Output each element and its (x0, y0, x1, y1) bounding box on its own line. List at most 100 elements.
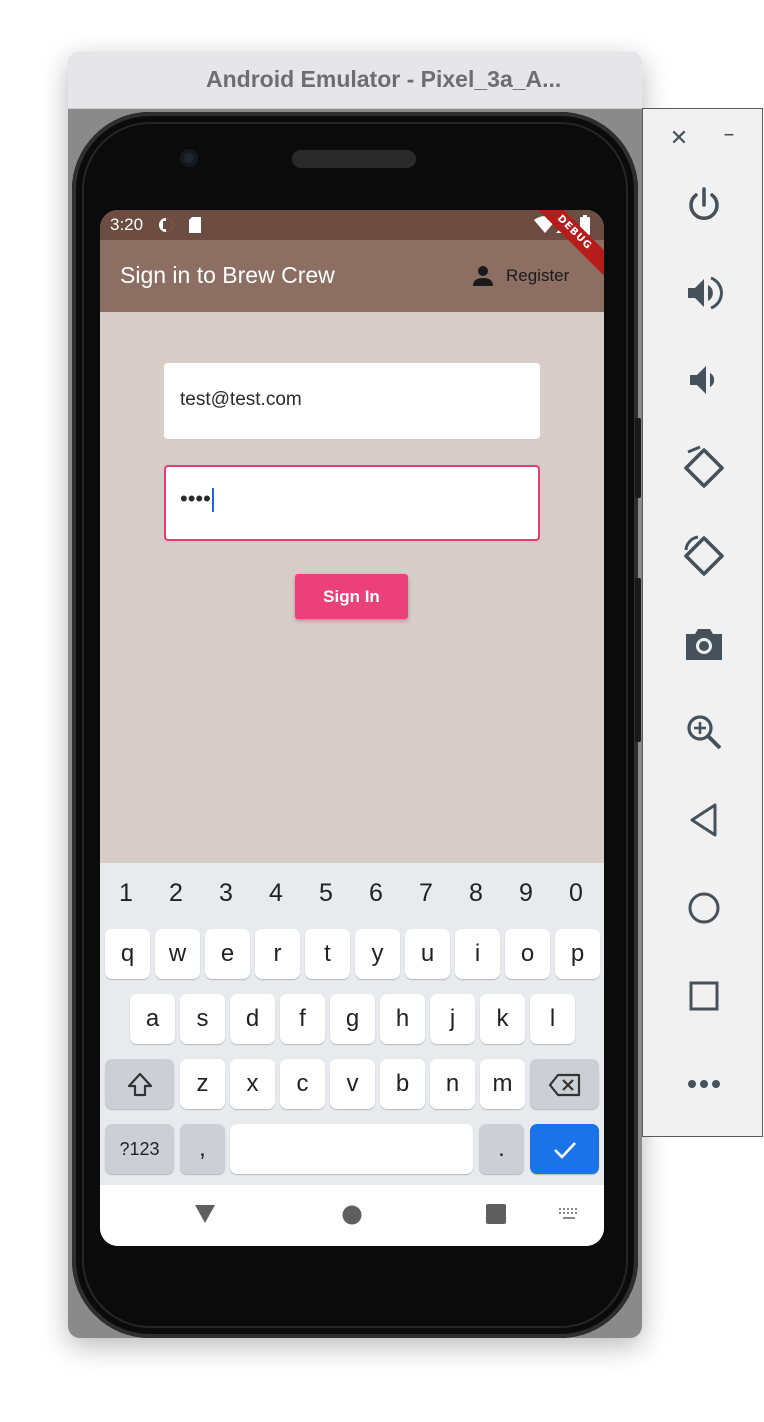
key-h[interactable]: h (380, 994, 425, 1044)
key-z[interactable]: z (180, 1059, 225, 1109)
key-o[interactable]: o (505, 929, 550, 979)
key-9[interactable]: 9 (501, 869, 551, 917)
volume-up-icon (688, 276, 723, 310)
text-cursor (211, 488, 214, 513)
volume-up-button[interactable] (669, 261, 739, 325)
zoom-button[interactable] (669, 700, 739, 764)
key-4[interactable]: 4 (251, 869, 301, 917)
close-icon[interactable]: ✕ (665, 127, 693, 151)
key-m[interactable]: m (480, 1059, 525, 1109)
key-b[interactable]: b (380, 1059, 425, 1109)
key-v[interactable]: v (330, 1059, 375, 1109)
volume-down-button[interactable] (669, 348, 739, 412)
home-icon (688, 892, 720, 924)
app-bar-title: Sign in to Brew Crew (120, 262, 335, 288)
volume-down-icon (690, 366, 715, 394)
key-w[interactable]: w (155, 929, 200, 979)
window-titlebar[interactable]: Android Emulator - Pixel_3a_A... (68, 52, 642, 109)
rotate-left-button[interactable] (669, 436, 739, 500)
home-button[interactable] (669, 876, 739, 940)
power-button[interactable] (669, 173, 739, 237)
phone-side-button-upper (635, 418, 641, 498)
key-q[interactable]: q (105, 929, 150, 979)
space-key[interactable] (230, 1124, 473, 1174)
navigation-bar (100, 1185, 604, 1246)
sd-card-icon (189, 217, 201, 233)
register-label: Register (506, 266, 570, 285)
key-e[interactable]: e (205, 929, 250, 979)
done-key[interactable] (530, 1124, 599, 1174)
power-icon (689, 187, 719, 221)
key-g[interactable]: g (330, 994, 375, 1044)
key-x[interactable]: x (230, 1059, 275, 1109)
register-button[interactable]: Register (472, 256, 588, 296)
number-row: 1 2 3 4 5 6 7 8 9 0 (100, 869, 604, 917)
email-field[interactable]: test@test.com (164, 363, 540, 439)
keyboard-switch-icon[interactable] (559, 1208, 579, 1222)
nav-home-icon[interactable] (341, 1204, 363, 1226)
key-d[interactable]: d (230, 994, 275, 1044)
checkmark-icon (553, 1141, 576, 1159)
key-k[interactable]: k (480, 994, 525, 1044)
key-1[interactable]: 1 (101, 869, 151, 917)
overview-icon (689, 981, 719, 1011)
key-j[interactable]: j (430, 994, 475, 1044)
backspace-key[interactable] (530, 1059, 599, 1109)
overview-button[interactable] (669, 964, 739, 1028)
zoom-icon (687, 715, 722, 750)
back-icon (690, 803, 717, 837)
key-f[interactable]: f (280, 994, 325, 1044)
nav-back-icon[interactable] (194, 1204, 216, 1224)
key-i[interactable]: i (455, 929, 500, 979)
status-bar: 3:20 (100, 210, 604, 240)
key-p[interactable]: p (555, 929, 600, 979)
symbols-key[interactable]: ?123 (105, 1124, 174, 1174)
key-3[interactable]: 3 (201, 869, 251, 917)
back-button[interactable] (669, 788, 739, 852)
password-field[interactable]: •••• (164, 465, 540, 541)
minimize-icon[interactable]: – (715, 123, 743, 147)
app-bar: Sign in to Brew Crew Register (100, 240, 604, 312)
key-n[interactable]: n (430, 1059, 475, 1109)
phone-side-button-lower (635, 578, 641, 742)
more-icon (688, 1080, 720, 1088)
status-app-icon (159, 218, 173, 232)
emulator-toolbar: ✕ – (642, 108, 763, 1137)
soft-keyboard: 1 2 3 4 5 6 7 8 9 0 q w e r t y u i o p … (100, 863, 604, 1185)
key-c[interactable]: c (280, 1059, 325, 1109)
rotate-left-icon (684, 445, 724, 488)
key-a[interactable]: a (130, 994, 175, 1044)
key-8[interactable]: 8 (451, 869, 501, 917)
key-r[interactable]: r (255, 929, 300, 979)
shift-icon (127, 1072, 152, 1096)
status-time: 3:20 (110, 215, 144, 234)
phone-screen: 3:20 Sign in to Brew Crew Register DEBUG… (100, 210, 604, 1246)
key-s[interactable]: s (180, 994, 225, 1044)
camera-icon (686, 629, 722, 660)
key-7[interactable]: 7 (401, 869, 451, 917)
window-title: Android Emulator - Pixel_3a_A... (206, 66, 562, 92)
backspace-icon (548, 1073, 580, 1096)
email-value: test@test.com (180, 389, 302, 410)
rotate-right-button[interactable] (669, 524, 739, 588)
shift-key[interactable] (105, 1059, 174, 1109)
front-camera (180, 149, 198, 167)
key-0[interactable]: 0 (551, 869, 601, 917)
sign-in-button[interactable]: Sign In (295, 574, 408, 619)
key-6[interactable]: 6 (351, 869, 401, 917)
screenshot-button[interactable] (669, 612, 739, 676)
rotate-right-icon (684, 535, 724, 576)
key-u[interactable]: u (405, 929, 450, 979)
key-y[interactable]: y (355, 929, 400, 979)
earpiece-speaker (292, 150, 416, 168)
key-5[interactable]: 5 (301, 869, 351, 917)
password-content: •••• (180, 486, 214, 513)
more-button[interactable] (669, 1052, 739, 1116)
key-l[interactable]: l (530, 994, 575, 1044)
key-t[interactable]: t (305, 929, 350, 979)
comma-key[interactable]: , (180, 1124, 225, 1174)
nav-overview-icon[interactable] (486, 1204, 506, 1224)
period-key[interactable]: . (479, 1124, 524, 1174)
password-value: •••• (180, 486, 211, 511)
key-2[interactable]: 2 (151, 869, 201, 917)
